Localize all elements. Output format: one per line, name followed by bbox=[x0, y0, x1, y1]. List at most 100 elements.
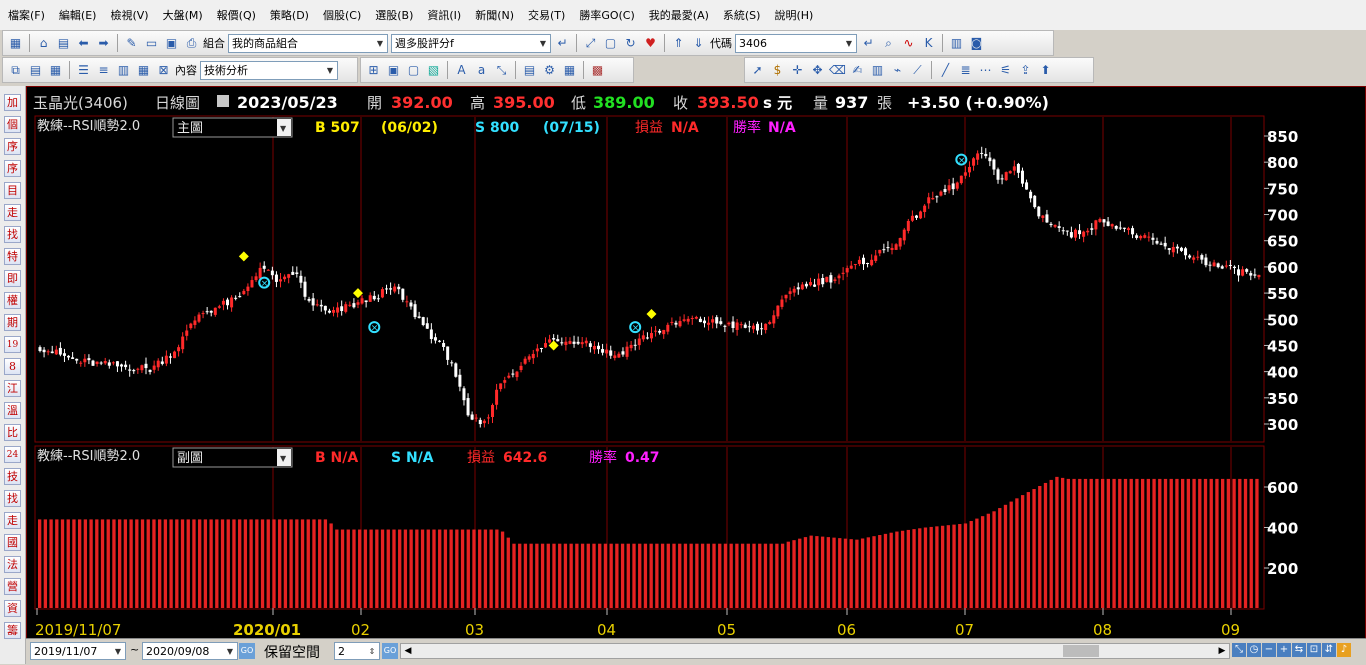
period-checkbox[interactable] bbox=[217, 95, 229, 107]
back-arrow-icon[interactable]: ⬅ bbox=[75, 35, 92, 52]
sidebar-button-23[interactable]: 資 bbox=[4, 600, 21, 617]
copy-icon[interactable]: ⧉ bbox=[7, 62, 24, 79]
scroll-left-icon[interactable]: ◀ bbox=[401, 644, 415, 658]
sidebar-button-1[interactable]: 個 bbox=[4, 116, 21, 133]
portfolio-select[interactable]: 我的商品組合 ▼ bbox=[228, 33, 388, 53]
refresh-icon[interactable]: ↻ bbox=[622, 35, 639, 52]
pointer-icon[interactable]: ➚ bbox=[749, 62, 766, 79]
move-icon[interactable]: ✥ bbox=[809, 62, 826, 79]
scroll-down-icon[interactable]: ⇓ bbox=[690, 35, 707, 52]
scroll-right-icon[interactable]: ▶ bbox=[1215, 644, 1229, 658]
sidebar-button-14[interactable]: 溫 bbox=[4, 402, 21, 419]
resize-icon[interactable]: ⤡ bbox=[493, 62, 510, 79]
line-tool-icon[interactable]: ╱ bbox=[937, 62, 954, 79]
fullscreen-icon[interactable]: ⊡ bbox=[1307, 643, 1321, 657]
camera-icon[interactable]: ◙ bbox=[968, 35, 985, 52]
sidebar-button-12[interactable]: 8 bbox=[4, 358, 21, 375]
sidebar-button-9[interactable]: 權 bbox=[4, 292, 21, 309]
chevron-down-icon[interactable]: ▼ bbox=[842, 35, 856, 52]
text-edit-icon[interactable]: a bbox=[473, 62, 490, 79]
clock-icon[interactable]: ◷ bbox=[1247, 643, 1261, 657]
frame-icon[interactable]: ▣ bbox=[385, 62, 402, 79]
menu-item-3[interactable]: 大盤(M) bbox=[163, 7, 203, 23]
sidebar-button-13[interactable]: 江 bbox=[4, 380, 21, 397]
zoom-out-icon[interactable]: − bbox=[1262, 643, 1276, 657]
keep-space-stepper[interactable]: 2 ⇕ bbox=[334, 642, 380, 660]
forward-arrow-icon[interactable]: ➡ bbox=[95, 35, 112, 52]
trend-chart-icon[interactable]: ∿ bbox=[900, 35, 917, 52]
sidebar-button-10[interactable]: 期 bbox=[4, 314, 21, 331]
menu-item-5[interactable]: 策略(D) bbox=[270, 7, 309, 23]
menu-item-7[interactable]: 選股(B) bbox=[375, 7, 413, 23]
menu-item-9[interactable]: 新聞(N) bbox=[475, 7, 514, 23]
chart-compare-icon[interactable]: ▥ bbox=[869, 62, 886, 79]
sidebar-button-2[interactable]: 序 bbox=[4, 138, 21, 155]
menu-item-10[interactable]: 交易(T) bbox=[528, 7, 565, 23]
sidebar-button-0[interactable]: 加 bbox=[4, 94, 21, 111]
restore-icon[interactable]: ⇆ bbox=[1292, 643, 1306, 657]
grid-layout-icon[interactable]: ▦ bbox=[7, 35, 24, 52]
report-icon[interactable]: ▥ bbox=[948, 35, 965, 52]
frame-alt-icon[interactable]: ▢ bbox=[405, 62, 422, 79]
scale-icon[interactable]: ⇵ bbox=[1322, 643, 1336, 657]
up-arrow-icon[interactable]: ⬆ bbox=[1037, 62, 1054, 79]
line-style-icon[interactable]: ≣ bbox=[957, 62, 974, 79]
line-dash-icon[interactable]: ⋯ bbox=[977, 62, 994, 79]
sidebar-button-5[interactable]: 走 bbox=[4, 204, 21, 221]
screener-select[interactable]: 週多股評分f ▼ bbox=[391, 33, 551, 53]
notes-icon[interactable]: ✍ bbox=[849, 62, 866, 79]
code-input[interactable]: 3406 ▼ bbox=[735, 33, 857, 53]
layout-grid-icon[interactable]: ▦ bbox=[135, 62, 152, 79]
menu-item-8[interactable]: 資訊(I) bbox=[427, 7, 461, 23]
layout-rows-icon[interactable]: ☰ bbox=[75, 62, 92, 79]
menu-item-14[interactable]: 說明(H) bbox=[774, 7, 813, 23]
layout-cols-icon[interactable]: ▥ bbox=[115, 62, 132, 79]
sidebar-button-22[interactable]: 營 bbox=[4, 578, 21, 595]
favorite-icon[interactable]: ♥ bbox=[642, 35, 659, 52]
document-icon[interactable]: ▤ bbox=[55, 35, 72, 52]
chevron-down-icon[interactable]: ▼ bbox=[223, 643, 237, 659]
keep-go-button[interactable]: GO bbox=[382, 643, 398, 659]
sidebar-button-15[interactable]: 比 bbox=[4, 424, 21, 441]
k-chart-icon[interactable]: K bbox=[920, 35, 937, 52]
sidebar-button-8[interactable]: 即 bbox=[4, 270, 21, 287]
menu-item-4[interactable]: 報價(Q) bbox=[217, 7, 256, 23]
start-date-select[interactable]: 2019/11/07 ▼ bbox=[30, 642, 126, 660]
home-icon[interactable]: ⌂ bbox=[35, 35, 52, 52]
end-date-select[interactable]: 2020/09/08 ▼ bbox=[142, 642, 238, 660]
crosshair-icon[interactable]: ✛ bbox=[789, 62, 806, 79]
sidebar-button-16[interactable]: 24 bbox=[4, 446, 21, 463]
menu-item-2[interactable]: 檢視(V) bbox=[110, 7, 148, 23]
stepper-icon[interactable]: ⇕ bbox=[365, 643, 379, 659]
zoom-window-icon[interactable]: ⊞ bbox=[365, 62, 382, 79]
sidebar-button-18[interactable]: 找 bbox=[4, 490, 21, 507]
text-add-icon[interactable]: A bbox=[453, 62, 470, 79]
content-select[interactable]: 技術分析 ▼ bbox=[200, 60, 338, 80]
paste-icon[interactable]: ▤ bbox=[27, 62, 44, 79]
enter-icon[interactable]: ↵ bbox=[554, 35, 571, 52]
menu-item-1[interactable]: 編輯(E) bbox=[59, 7, 97, 23]
settings-icon[interactable]: ⚙ bbox=[541, 62, 558, 79]
sidebar-button-4[interactable]: 目 bbox=[4, 182, 21, 199]
eraser-icon[interactable]: ⌫ bbox=[829, 62, 846, 79]
chevron-down-icon[interactable]: ▼ bbox=[111, 643, 125, 659]
enter-icon[interactable]: ↵ bbox=[860, 35, 877, 52]
print-icon[interactable]: ⎙ bbox=[183, 35, 200, 52]
sidebar-button-24[interactable]: 籌 bbox=[4, 622, 21, 639]
export-icon[interactable]: ⇪ bbox=[1017, 62, 1034, 79]
chevron-down-icon[interactable]: ▼ bbox=[536, 35, 550, 52]
menu-item-6[interactable]: 個股(C) bbox=[323, 7, 361, 23]
palette-icon[interactable]: ▩ bbox=[589, 62, 606, 79]
sidebar-button-19[interactable]: 走 bbox=[4, 512, 21, 529]
date-go-button[interactable]: GO bbox=[239, 643, 255, 659]
open-folder-icon[interactable]: ▭ bbox=[143, 35, 160, 52]
menu-item-13[interactable]: 系統(S) bbox=[723, 7, 761, 23]
sidebar-button-17[interactable]: 技 bbox=[4, 468, 21, 485]
panel-icon[interactable]: ▤ bbox=[521, 62, 538, 79]
search-icon[interactable]: ⌕ bbox=[880, 35, 897, 52]
close-window-icon[interactable]: ⊠ bbox=[155, 62, 172, 79]
bell-icon[interactable]: ♪ bbox=[1337, 643, 1351, 657]
new-file-icon[interactable]: ✎ bbox=[123, 35, 140, 52]
sidebar-button-20[interactable]: 國 bbox=[4, 534, 21, 551]
save-icon[interactable]: ▣ bbox=[163, 35, 180, 52]
